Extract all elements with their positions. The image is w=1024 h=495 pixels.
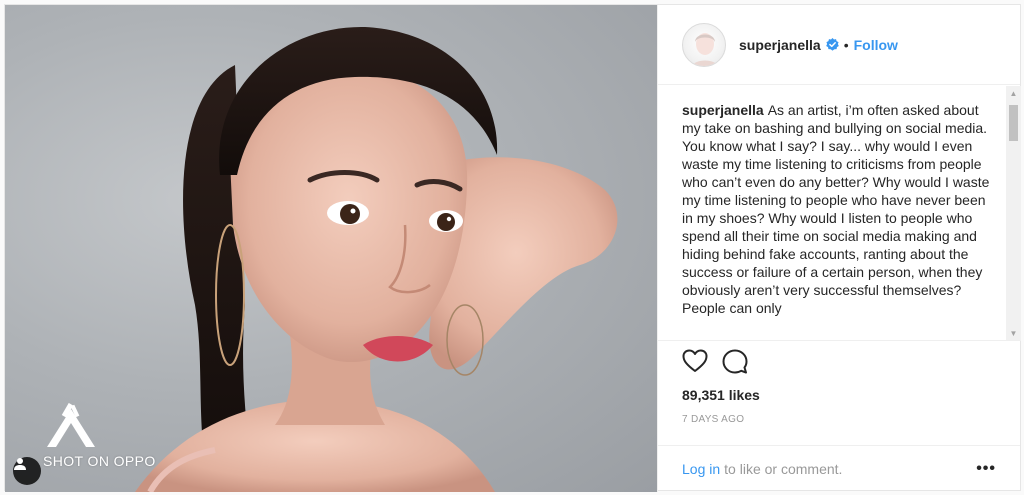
user-tag-icon bbox=[14, 458, 26, 470]
post-actions bbox=[682, 349, 748, 375]
caption-username[interactable]: superjanella bbox=[682, 102, 764, 118]
post-timestamp[interactable]: 7 DAYS AGO bbox=[682, 414, 744, 425]
user-tag-button[interactable] bbox=[13, 457, 41, 485]
oppo-logo-icon bbox=[47, 403, 95, 447]
verified-badge-icon bbox=[825, 38, 839, 51]
likes-count[interactable]: 89,351 likes bbox=[682, 387, 760, 403]
comment-icon bbox=[722, 349, 748, 374]
caption-scroll-area[interactable]: superjanella As an artist, i’m often aske… bbox=[658, 86, 1021, 341]
watermark-text: SHOT ON OPPO bbox=[43, 453, 156, 469]
scroll-thumb[interactable] bbox=[1009, 105, 1018, 141]
like-button[interactable] bbox=[682, 349, 708, 375]
caption-scrollbar[interactable]: ▲ ▼ bbox=[1006, 86, 1021, 340]
post-header: superjanella • Follow bbox=[658, 5, 1020, 85]
separator-dot: • bbox=[843, 36, 849, 53]
comment-bar: Log in to like or comment. ••• bbox=[658, 445, 1020, 492]
more-options-button[interactable]: ••• bbox=[976, 460, 996, 478]
avatar-image bbox=[692, 32, 718, 66]
post-side-panel: superjanella • Follow superjanella As an … bbox=[657, 5, 1021, 492]
scroll-up-arrow-icon[interactable]: ▲ bbox=[1006, 86, 1021, 101]
username[interactable]: superjanella bbox=[739, 37, 821, 53]
comment-button[interactable] bbox=[722, 349, 748, 375]
instagram-post-embed: SHOT ON OPPO superjanella • Follow super… bbox=[4, 4, 1021, 492]
post-photo[interactable]: SHOT ON OPPO bbox=[5, 5, 657, 492]
login-prompt-text: to like or comment. bbox=[724, 461, 843, 477]
login-link[interactable]: Log in bbox=[682, 461, 720, 477]
avatar[interactable] bbox=[682, 22, 726, 67]
caption-text: As an artist, i’m often asked about my t… bbox=[682, 102, 990, 316]
caption: superjanella As an artist, i’m often aske… bbox=[682, 101, 997, 317]
heart-icon bbox=[682, 349, 708, 372]
portrait-illustration bbox=[135, 26, 618, 492]
follow-button[interactable]: Follow bbox=[854, 37, 898, 53]
scroll-down-arrow-icon[interactable]: ▼ bbox=[1006, 326, 1021, 340]
